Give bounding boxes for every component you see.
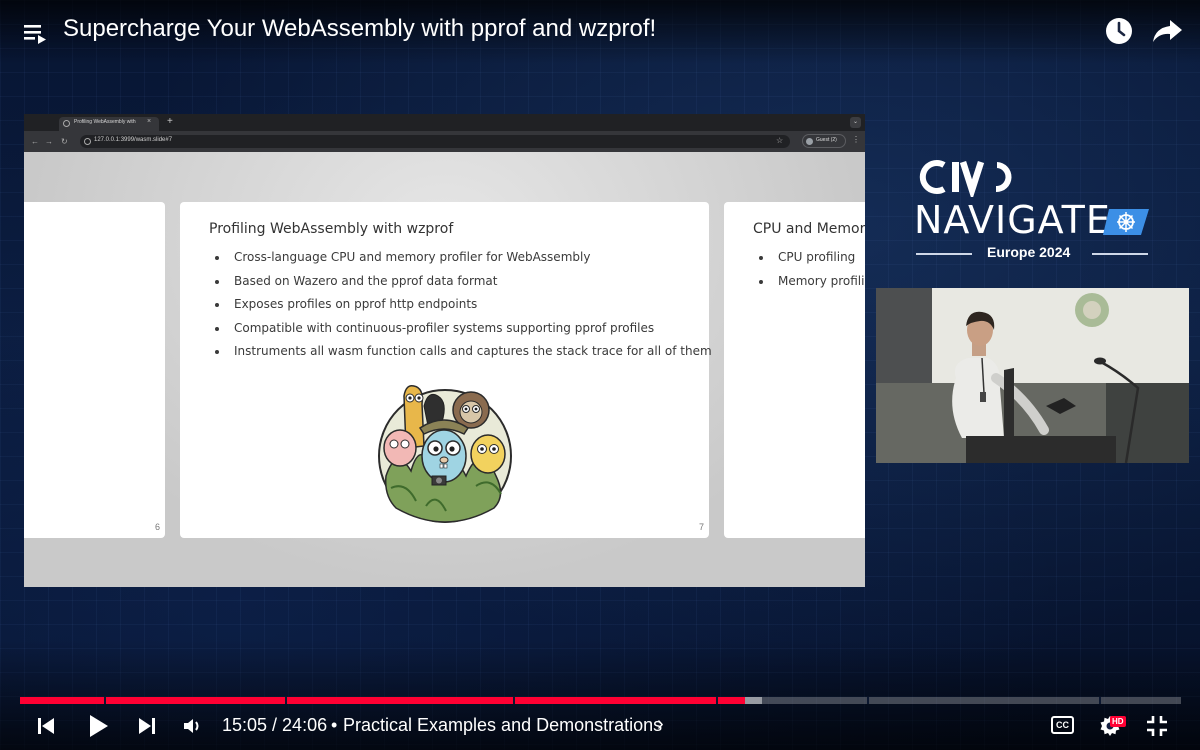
hd-badge: HD <box>1110 716 1126 727</box>
playlist-icon[interactable] <box>22 20 48 46</box>
next-icon[interactable] <box>137 716 157 736</box>
chapter-separator: • <box>331 715 338 735</box>
forward-icon: → <box>45 137 53 146</box>
chapter-marker <box>867 697 869 704</box>
volume-icon[interactable] <box>182 716 202 736</box>
exit-fullscreen-icon[interactable] <box>1146 715 1168 737</box>
browser-tab: Profiling WebAssembly with × <box>59 117 159 131</box>
next-slide-bullet-list: CPU profilingMemory profiling <box>759 250 865 297</box>
progress-played <box>20 697 746 704</box>
speaker-camera-feed <box>876 288 1189 463</box>
browser-toolbar: ← → ↻ 127.0.0.1:3999/wasm.slide#7 ☆ Gues… <box>24 131 865 152</box>
edition-divider-left <box>916 253 972 255</box>
captions-icon[interactable]: CC <box>1051 716 1074 734</box>
guest-avatar-icon <box>806 138 813 145</box>
chapter-marker <box>285 697 287 704</box>
browser-menu-icon: ⋮ <box>852 135 860 144</box>
event-edition: Europe 2024 <box>987 244 1071 260</box>
navigate-wordmark: NAVIGATE <box>914 198 1111 242</box>
tab-close-icon: × <box>147 118 152 125</box>
globe-icon <box>63 120 70 127</box>
address-bar: 127.0.0.1:3999/wasm.slide#7 ☆ <box>80 135 790 148</box>
next-slide-title: CPU and Memory <box>753 221 865 237</box>
profile-chip: Guest (2) <box>802 134 846 148</box>
browser-tab-title: Profiling WebAssembly with <box>74 119 136 125</box>
slide-number: 6 <box>155 522 161 532</box>
slide-bullet: CPU profiling <box>759 250 865 274</box>
slide-bullet-list: Cross-language CPU and memory profiler f… <box>215 250 712 368</box>
back-icon: ← <box>31 137 39 146</box>
edition-divider-right <box>1092 253 1148 255</box>
slide-number: 7 <box>699 522 705 532</box>
video-title[interactable]: Supercharge Your WebAssembly with pprof … <box>63 15 656 43</box>
next-slide: CPU and Memory CPU profiling Memory profi… <box>724 202 865 538</box>
slide-bullet: Cross-language CPU and memory profiler f… <box>215 250 712 274</box>
slide-title: Profiling WebAssembly with wzprof <box>209 221 454 237</box>
bookmark-star-icon: ☆ <box>776 136 784 145</box>
screen-capture: Profiling WebAssembly with × + ⌄ ← → ↻ 1… <box>24 114 865 587</box>
profile-chip-label: Guest (2) <box>816 137 837 143</box>
slide-canvas: ▲ 6 Profiling WebAssembly with wzprof Cr… <box>24 152 865 587</box>
slide-bullet: Instruments all wasm function calls and … <box>215 344 712 368</box>
chapter-title[interactable]: Practical Examples and Demonstrations <box>343 715 662 736</box>
time-display: 15:05 / 24:06 <box>222 715 328 735</box>
site-info-icon <box>84 138 91 145</box>
share-icon[interactable] <box>1151 17 1183 45</box>
speaker-photo <box>876 288 1189 463</box>
video-player[interactable]: Profiling WebAssembly with × + ⌄ ← → ↻ 1… <box>0 0 1200 750</box>
reload-icon: ↻ <box>61 137 68 146</box>
kubernetes-helm-icon <box>1103 209 1149 235</box>
slide-bullet: Compatible with continuous-profiler syst… <box>215 321 712 345</box>
play-icon[interactable] <box>86 713 110 739</box>
chapter-marker <box>1099 697 1101 704</box>
chapter-marker <box>513 697 515 704</box>
chevron-right-icon[interactable]: › <box>657 713 664 736</box>
new-tab-icon: + <box>167 116 173 127</box>
watch-later-icon[interactable] <box>1104 16 1134 46</box>
tab-search-icon: ⌄ <box>850 117 861 128</box>
previous-slide: 6 <box>24 202 165 538</box>
slide-bullet: Exposes profiles on pprof http endpoints <box>215 297 712 321</box>
gopher-mascots-illustration <box>378 384 512 523</box>
civo-logo <box>919 160 1012 197</box>
current-slide: Profiling WebAssembly with wzprof Cross-… <box>180 202 712 538</box>
browser-tab-strip: Profiling WebAssembly with × + ⌄ <box>24 114 865 131</box>
url-text: 127.0.0.1:3999/wasm.slide#7 <box>94 137 173 143</box>
slide-bullet: Based on Wazero and the pprof data forma… <box>215 274 712 298</box>
chapter-marker <box>716 697 718 704</box>
chapter-marker <box>104 697 106 704</box>
previous-icon[interactable] <box>36 716 56 736</box>
progress-bar[interactable] <box>20 697 1181 704</box>
slide-bullet: Memory profiling <box>759 274 865 298</box>
